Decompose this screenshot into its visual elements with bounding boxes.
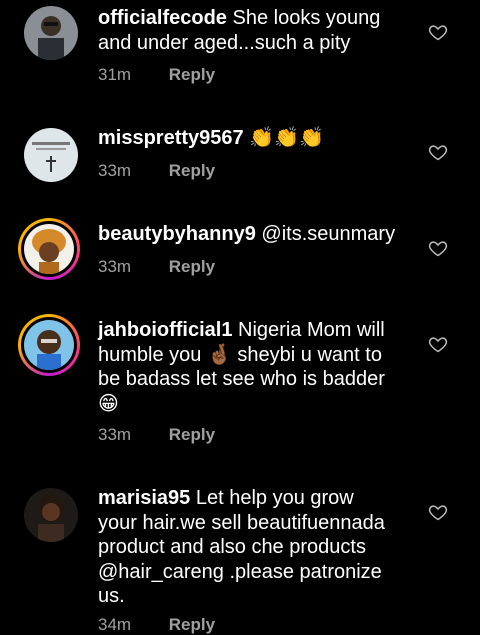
comment-text-block: marisia95 Let help you grow your hair.we…	[98, 486, 398, 609]
reply-button[interactable]: Reply	[169, 65, 215, 84]
comment-meta: 34m Reply	[98, 615, 215, 635]
comment-time: 33m	[98, 425, 132, 444]
reply-button[interactable]: Reply	[169, 615, 215, 634]
comment-username[interactable]: misspretty9567	[98, 127, 244, 149]
comment-text-block: misspretty9567 👏👏👏	[98, 126, 398, 151]
comment-username[interactable]: beautybyhanny9	[98, 223, 256, 245]
heart-icon[interactable]	[428, 334, 448, 354]
comment-body: 👏👏👏	[249, 127, 324, 149]
comment-time: 31m	[98, 65, 132, 84]
comment-body: @its.seunmary	[261, 223, 396, 245]
comment-text-block: officialfecode She looks young and under…	[98, 6, 398, 55]
avatar	[24, 320, 74, 370]
reply-button[interactable]: Reply	[169, 257, 215, 276]
comment-text-block: jahboiofficial1 Nigeria Mom will humble …	[98, 318, 398, 416]
comment-username[interactable]: marisia95	[98, 487, 190, 509]
comment-time: 33m	[98, 161, 132, 180]
comment-time: 33m	[98, 257, 132, 276]
comment-text-block: beautybyhanny9 @its.seunmary	[98, 222, 398, 247]
heart-icon[interactable]	[428, 502, 448, 522]
reply-button[interactable]: Reply	[169, 425, 215, 444]
heart-icon[interactable]	[428, 22, 448, 42]
comment-meta: 33m Reply	[98, 425, 215, 445]
comment-meta: 33m Reply	[98, 257, 215, 277]
avatar[interactable]	[24, 488, 78, 542]
avatar[interactable]	[24, 128, 78, 182]
comment-meta: 33m Reply	[98, 161, 215, 181]
avatar-story-ring[interactable]	[18, 218, 80, 280]
avatar-story-ring[interactable]	[18, 314, 80, 376]
avatar	[24, 224, 74, 274]
avatar[interactable]	[24, 6, 78, 60]
comment-username[interactable]: officialfecode	[98, 7, 227, 29]
comment-meta: 31m Reply	[98, 65, 215, 85]
reply-button[interactable]: Reply	[169, 161, 215, 180]
comment-time: 34m	[98, 615, 132, 634]
heart-icon[interactable]	[428, 142, 448, 162]
comment-username[interactable]: jahboiofficial1	[98, 319, 232, 341]
heart-icon[interactable]	[428, 238, 448, 258]
